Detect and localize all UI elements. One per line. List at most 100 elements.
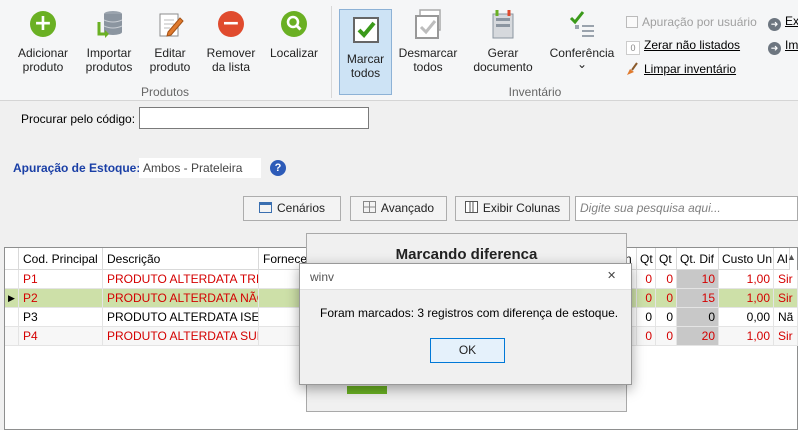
header-cod-principal[interactable]: Cod. Principal — [19, 248, 103, 270]
localizar-label: Localizar — [269, 46, 319, 60]
apuracao-por-usuario-label: Apuração por usuário — [642, 15, 757, 29]
cell-desc[interactable]: PRODUTO ALTERDATA TRIBU — [103, 270, 259, 289]
cell-qt1[interactable]: 0 — [637, 270, 656, 289]
cell-cod[interactable]: P4 — [19, 327, 103, 346]
message-box-title: winv — [310, 270, 335, 284]
minus-icon: − — [218, 11, 244, 37]
columns-icon — [464, 201, 478, 213]
apuracao-por-usuario-item[interactable]: Apuração por usuário — [626, 14, 757, 30]
desmarcar-todos-label: Desmarcar todos — [398, 46, 458, 74]
localizar-button[interactable]: Localizar — [264, 4, 324, 84]
cell-desc[interactable]: PRODUTO ALTERDATA ISENT — [103, 308, 259, 327]
gerar-documento-label: Gerar documento — [473, 46, 533, 74]
search-icon — [278, 8, 310, 40]
progress-bar-fill — [347, 386, 387, 394]
checkbox-unchecked-icon — [412, 8, 444, 40]
arrow-circle-icon: ➜ — [768, 42, 781, 55]
row-indicator[interactable] — [5, 308, 19, 327]
cell-qt2[interactable]: 0 — [656, 327, 677, 346]
header-qt-2[interactable]: Qt — [656, 248, 677, 270]
cell-cod[interactable]: P3 — [19, 308, 103, 327]
im-label: Im — [785, 38, 798, 52]
apuracao-value[interactable]: Ambos - Prateleira — [139, 158, 261, 178]
checklist-icon — [566, 8, 598, 40]
cell-custo[interactable]: 0,00 — [719, 308, 774, 327]
cell-dif[interactable]: 15 — [677, 289, 719, 308]
remover-da-lista-label: Remover da lista — [206, 46, 256, 74]
cell-qt2[interactable]: 0 — [656, 289, 677, 308]
editar-produto-button[interactable]: Editar produto — [142, 4, 198, 84]
cell-dif[interactable]: 20 — [677, 327, 719, 346]
zerar-nao-listados-label: Zerar não listados — [644, 38, 741, 52]
conferencia-button[interactable]: Conferência ⌄ — [546, 4, 618, 84]
cell-al[interactable]: Nã — [774, 308, 798, 327]
cell-desc[interactable]: PRODUTO ALTERDATA NÃO — [103, 289, 259, 308]
gerar-documento-button[interactable]: Gerar documento — [466, 4, 540, 84]
adicionar-produto-label: Adicionar produto — [17, 46, 69, 74]
marcar-todos-label: Marcar todos — [346, 52, 385, 80]
avancado-button[interactable]: Avançado — [350, 196, 447, 221]
editar-produto-label: Editar produto — [149, 46, 191, 74]
cell-qt1[interactable]: 0 — [637, 327, 656, 346]
database-import-icon — [93, 8, 125, 40]
cell-cod[interactable]: P1 — [19, 270, 103, 289]
progress-dialog-title: Marcando diferenca — [395, 246, 538, 263]
checkbox-checked-icon — [350, 14, 382, 46]
desmarcar-todos-button[interactable]: Desmarcar todos — [397, 4, 459, 84]
cell-custo[interactable]: 1,00 — [719, 289, 774, 308]
cell-cod[interactable]: P2 — [19, 289, 103, 308]
exibir-colunas-label: Exibir Colunas — [482, 201, 561, 215]
cenarios-label: Cenários — [276, 201, 326, 215]
limpar-inventario-label: Limpar inventário — [644, 62, 737, 76]
header-qt-1[interactable]: Qt — [637, 248, 656, 270]
scroll-up-icon[interactable]: ▲ — [787, 252, 796, 262]
cell-dif[interactable]: 10 — [677, 270, 719, 289]
message-text: Foram marcados: 3 registros com diferenç… — [320, 306, 619, 320]
adicionar-produto-button[interactable]: + Adicionar produto — [8, 4, 78, 84]
arrow-circle-icon: ➜ — [768, 18, 781, 31]
row-indicator[interactable] — [5, 270, 19, 289]
cell-qt1[interactable]: 0 — [637, 289, 656, 308]
importar-produtos-button[interactable]: Importar produtos — [78, 4, 140, 84]
exibir-colunas-button[interactable]: Exibir Colunas — [455, 196, 570, 221]
document-icon — [487, 8, 519, 40]
limpar-inventario-item[interactable]: Limpar inventário — [626, 61, 736, 77]
cenarios-button[interactable]: Cenários — [243, 196, 341, 221]
cell-custo[interactable]: 1,00 — [719, 270, 774, 289]
cell-al[interactable]: Sir — [774, 289, 798, 308]
checkbox-icon — [626, 16, 638, 28]
cell-dif[interactable]: 0 — [677, 308, 719, 327]
codigo-input[interactable] — [139, 107, 369, 129]
marcar-todos-button[interactable]: Marcar todos — [339, 9, 392, 95]
row-indicator-header — [5, 248, 19, 270]
zero-icon: 0 — [626, 41, 640, 55]
edit-icon — [154, 8, 186, 40]
header-custo-un[interactable]: Custo Un — [719, 248, 774, 270]
header-qt-dif[interactable]: Qt. Dif — [677, 248, 719, 270]
cell-desc[interactable]: PRODUTO ALTERDATA SUBST — [103, 327, 259, 346]
help-icon[interactable]: ? — [270, 160, 286, 176]
inventario-group-label: Inventário — [508, 85, 562, 99]
remover-da-lista-button[interactable]: − Remover da lista — [200, 4, 262, 84]
zerar-nao-listados-item[interactable]: 0 Zerar não listados — [626, 37, 740, 55]
cell-custo[interactable]: 1,00 — [719, 327, 774, 346]
close-icon[interactable]: ✕ — [607, 269, 616, 282]
im-item[interactable]: ➜ Im — [768, 37, 798, 55]
search-panel: Procurar pelo código: Apuração de Estoqu… — [0, 102, 798, 245]
cell-qt2[interactable]: 0 — [656, 270, 677, 289]
header-descricao[interactable]: Descrição — [103, 248, 259, 270]
cell-al[interactable]: Sir — [774, 270, 798, 289]
cell-qt2[interactable]: 0 — [656, 308, 677, 327]
cell-al[interactable]: Sir — [774, 327, 798, 346]
ex-item[interactable]: ➜ Ex — [768, 13, 798, 31]
row-indicator[interactable] — [5, 327, 19, 346]
cell-qt1[interactable]: 0 — [637, 308, 656, 327]
codigo-label: Procurar pelo código: — [21, 112, 136, 126]
window-icon — [258, 202, 272, 213]
row-pointer-icon[interactable]: ▶ — [5, 289, 19, 308]
chevron-down-icon: ⌄ — [576, 57, 588, 71]
produtos-group-label: Produtos — [140, 85, 190, 99]
apuracao-label: Apuração de Estoque: — [13, 161, 141, 175]
ok-button[interactable]: OK — [430, 338, 505, 363]
search-input[interactable]: Digite sua pesquisa aqui... — [575, 196, 798, 221]
